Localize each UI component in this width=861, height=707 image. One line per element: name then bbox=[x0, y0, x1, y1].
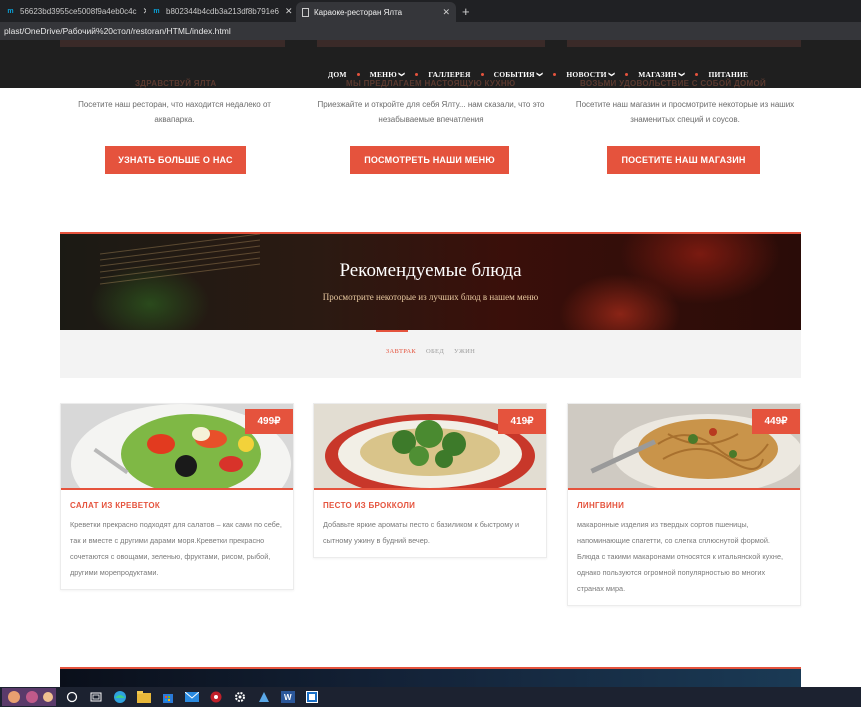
address-bar[interactable]: plast/OneDrive/Рабочий%20стол/restoran/H… bbox=[0, 22, 861, 40]
menu-separator bbox=[480, 73, 484, 76]
dish-name: САЛАТ ИЗ КРЕВЕТОК bbox=[70, 501, 161, 510]
store-icon[interactable] bbox=[158, 687, 178, 707]
nav-item-home[interactable]: ДОМ bbox=[328, 70, 347, 79]
task-view-icon[interactable] bbox=[86, 687, 106, 707]
price-badge: 419₽ bbox=[498, 409, 546, 434]
edge-browser-icon[interactable] bbox=[110, 687, 130, 707]
nav-label: МЕНЮ bbox=[369, 70, 397, 79]
nav-label: МАГАЗИН bbox=[638, 70, 677, 79]
pasta-decoration bbox=[100, 234, 260, 285]
price-badge: 449₽ bbox=[752, 409, 800, 434]
mail-icon[interactable] bbox=[182, 687, 202, 707]
close-icon[interactable]: ✕ bbox=[285, 6, 293, 17]
intro-text-2: Приезжайте и откройте для себя Ялту... н… bbox=[317, 100, 545, 124]
tab-dinner[interactable]: УЖИН bbox=[454, 348, 475, 355]
about-us-button[interactable]: УЗНАТЬ БОЛЬШЕ О НАС bbox=[105, 146, 246, 174]
ghost-title: ВОЗЬМИ УДОВОЛЬСТВИЕ С СОБОЙ ДОМОЙ bbox=[580, 79, 767, 88]
nav-item-gallery[interactable]: ГАЛЛЕРЕЯ bbox=[428, 70, 470, 79]
featured-banner: Рекомендуемые блюда Просмотрите некоторы… bbox=[60, 232, 801, 330]
intro-text-1: Посетите наш ресторан, что находится нед… bbox=[78, 100, 271, 124]
nav-item-shop[interactable]: МАГАЗИН ❯ bbox=[638, 70, 686, 79]
media-app-icon[interactable] bbox=[206, 687, 226, 707]
nav-item-menu[interactable]: МЕНЮ ❯ bbox=[370, 70, 406, 79]
file-explorer-icon[interactable] bbox=[134, 687, 154, 707]
dish-card[interactable]: 499₽ САЛАТ ИЗ КРЕВЕТОК Креветки прекрасн… bbox=[60, 403, 294, 590]
nav-item-food[interactable]: ПИТАНИЕ bbox=[708, 70, 748, 79]
nav-label: НОВОСТИ bbox=[566, 70, 607, 79]
dish-description: макаронные изделия из твердых сортов пше… bbox=[577, 520, 784, 593]
browser-tab-title: b802344b4cdb3a213df8b791e6 bbox=[166, 6, 280, 16]
settings-gear-icon[interactable] bbox=[230, 687, 250, 707]
intro-text-3: Посетите наш магазин и просмотрите некот… bbox=[575, 100, 795, 124]
hero-image-strip bbox=[317, 40, 545, 47]
start-avatar-icon[interactable] bbox=[0, 687, 58, 707]
code-editor-icon[interactable] bbox=[302, 687, 322, 707]
dish-card[interactable]: 449₽ ЛИНГВИНИ макаронные изделия из твер… bbox=[567, 403, 801, 606]
hero-image-strip bbox=[60, 40, 285, 47]
browser-tab-1[interactable]: m 56623bd3955ce5008f9a4eb0c4c ✕ bbox=[0, 0, 146, 22]
windows-taskbar: W bbox=[0, 687, 861, 707]
dish-photo: 449₽ bbox=[568, 404, 800, 488]
price-badge: 499₽ bbox=[245, 409, 293, 434]
main-menu: ДОМ МЕНЮ ❯ ГАЛЛЕРЕЯ СОБЫТИЯ ❯ НОВОСТИ ❯ … bbox=[328, 70, 748, 79]
menu-separator bbox=[415, 73, 419, 76]
browser-tab-active[interactable]: Караоке-ресторан Ялта ✕ bbox=[296, 2, 456, 22]
close-icon[interactable]: ✕ bbox=[442, 7, 450, 18]
dish-description: Добавьте яркие ароматы песто с базиликом… bbox=[323, 520, 520, 545]
new-tab-plus-icon[interactable]: + bbox=[462, 4, 470, 19]
tab-lunch[interactable]: ОБЕД bbox=[426, 348, 444, 355]
page-icon bbox=[302, 7, 309, 17]
nav-item-events[interactable]: СОБЫТИЯ ❯ bbox=[494, 70, 544, 79]
meal-tabs-bar: ЗАВТРАК ОБЕД УЖИН bbox=[60, 330, 801, 378]
dish-photo: 419₽ bbox=[314, 404, 546, 488]
tab-breakfast[interactable]: ЗАВТРАК bbox=[386, 348, 416, 355]
dish-photo: 499₽ bbox=[61, 404, 293, 488]
visit-shop-button[interactable]: ПОСЕТИТЕ НАШ МАГАЗИН bbox=[607, 146, 760, 174]
hero-image-strip bbox=[567, 40, 801, 47]
browser-tab-bar: m 56623bd3955ce5008f9a4eb0c4c ✕ m b80234… bbox=[0, 0, 861, 22]
mj-favicon-icon: m bbox=[7, 7, 14, 15]
word-icon[interactable]: W bbox=[278, 687, 298, 707]
dish-card[interactable]: 419₽ ПЕСТО ИЗ БРОККОЛИ Добавьте яркие ар… bbox=[313, 403, 547, 558]
menu-separator bbox=[695, 73, 699, 76]
next-section-banner bbox=[60, 667, 801, 687]
chevron-down-icon: ❯ bbox=[398, 71, 406, 78]
featured-subtitle: Просмотрите некоторые из лучших блюд в н… bbox=[322, 292, 539, 302]
mj-favicon-icon: m bbox=[153, 7, 160, 15]
editor-app-icon[interactable] bbox=[254, 687, 274, 707]
chevron-down-icon: ❯ bbox=[536, 71, 544, 78]
address-url: plast/OneDrive/Рабочий%20стол/restoran/H… bbox=[4, 26, 231, 36]
svg-text:W: W bbox=[284, 693, 292, 702]
featured-title: Рекомендуемые блюда bbox=[339, 260, 522, 281]
browser-tab-title: 56623bd3955ce5008f9a4eb0c4c bbox=[20, 6, 137, 16]
dish-name: ПЕСТО ИЗ БРОККОЛИ bbox=[323, 501, 416, 510]
view-menu-button[interactable]: ПОСМОТРЕТЬ НАШИ МЕНЮ bbox=[350, 146, 509, 174]
menu-separator bbox=[625, 73, 629, 76]
dish-name: ЛИНГВИНИ bbox=[577, 501, 625, 510]
nav-label: СОБЫТИЯ bbox=[493, 70, 535, 79]
chevron-down-icon: ❯ bbox=[608, 71, 616, 78]
ghost-title: ЗДРАВСТВУЙ ЯЛТА bbox=[135, 79, 217, 88]
browser-tab-title: Караоке-ресторан Ялта bbox=[314, 7, 403, 17]
menu-separator bbox=[356, 73, 360, 76]
site-header: ЗДРАВСТВУЙ ЯЛТА МЫ ПРЕДЛАГАЕМ НАСТОЯЩУЮ … bbox=[0, 40, 861, 88]
browser-tab-2[interactable]: m b802344b4cdb3a213df8b791e6 ✕ bbox=[146, 0, 296, 22]
active-tab-indicator bbox=[376, 330, 408, 332]
dish-description: Креветки прекрасно подходят для салатов … bbox=[70, 520, 282, 577]
chevron-down-icon: ❯ bbox=[678, 71, 686, 78]
menu-separator bbox=[553, 73, 557, 76]
nav-item-news[interactable]: НОВОСТИ ❯ bbox=[566, 70, 615, 79]
search-icon[interactable] bbox=[62, 687, 82, 707]
ghost-title: МЫ ПРЕДЛАГАЕМ НАСТОЯЩУЮ КУХНЮ bbox=[346, 79, 516, 88]
